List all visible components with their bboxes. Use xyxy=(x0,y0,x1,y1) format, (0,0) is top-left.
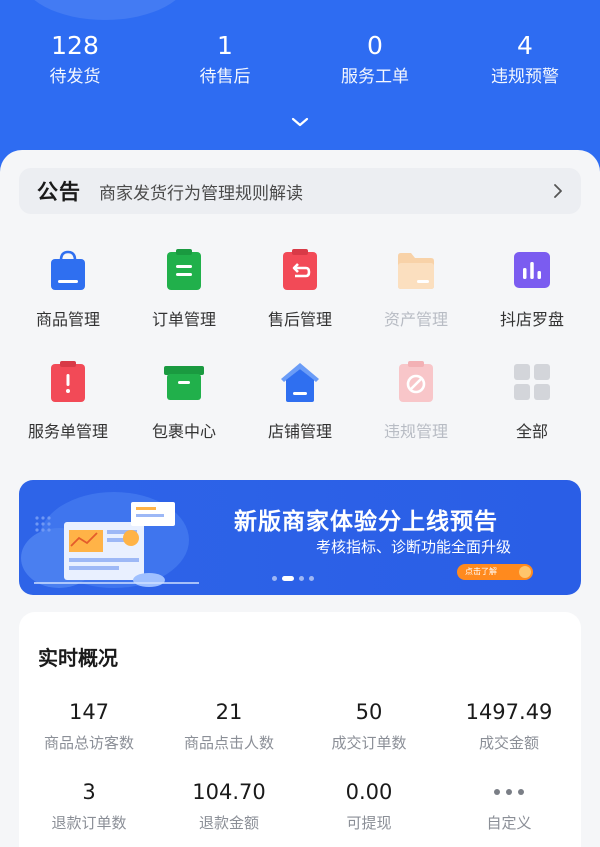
carousel-dot xyxy=(272,576,277,581)
metric-withdrawable[interactable]: 0.00 可提现 xyxy=(299,778,439,847)
menu-label: 资产管理 xyxy=(383,310,448,329)
menu-item-parcel-center[interactable]: 包裹中心 xyxy=(126,360,242,472)
metric-label: 可提现 xyxy=(346,814,392,832)
menu-label: 违规管理 xyxy=(383,422,448,441)
ban-icon xyxy=(399,361,433,402)
menu-item-shop[interactable]: 店铺管理 xyxy=(242,360,358,472)
stat-label: 待发货 xyxy=(49,67,101,87)
chevron-down-icon[interactable] xyxy=(290,114,310,130)
metric-label: 商品总访客数 xyxy=(43,734,134,752)
stat-service-tickets[interactable]: 0 服务工单 xyxy=(300,30,450,100)
banner-subtitle: 考核指标、诊断功能全面升级 xyxy=(316,538,512,556)
banner-learn-more-button[interactable]: 点击了解 xyxy=(457,564,533,580)
menu-item-violations[interactable]: 违规管理 xyxy=(358,360,474,472)
menu-label: 包裹中心 xyxy=(151,422,216,441)
box-icon xyxy=(164,366,204,400)
menu-label: 商品管理 xyxy=(35,310,100,329)
metric-value: 147 xyxy=(68,700,110,724)
metric-label: 退款订单数 xyxy=(51,814,127,832)
carousel-dot xyxy=(309,576,314,581)
menu-item-all[interactable]: 全部 xyxy=(474,360,590,472)
metric-clicks[interactable]: 21 商品点击人数 xyxy=(159,698,299,778)
folder-icon xyxy=(398,253,434,289)
metric-value: 0.00 xyxy=(345,780,393,804)
header-decoration xyxy=(20,0,190,20)
menu-label: 服务单管理 xyxy=(27,422,108,441)
metric-value: 21 xyxy=(215,700,243,724)
banner-illustration xyxy=(21,492,199,588)
metric-refund-amount[interactable]: 104.70 退款金额 xyxy=(159,778,299,847)
metric-orders[interactable]: 50 成交订单数 xyxy=(299,698,439,778)
clipboard-icon xyxy=(167,249,201,290)
metric-refund-orders[interactable]: 3 退款订单数 xyxy=(19,778,159,847)
carousel-indicator[interactable] xyxy=(272,576,314,581)
notice-bar[interactable]: 公告 商家发货行为管理规则解读 xyxy=(19,168,581,214)
menu-item-assets[interactable]: 资产管理 xyxy=(358,248,474,360)
metric-value: 50 xyxy=(355,700,383,724)
stat-label: 待售后 xyxy=(199,67,251,87)
metric-customize[interactable]: 自定义 xyxy=(439,778,579,847)
more-dots-icon xyxy=(439,778,579,806)
chart-icon xyxy=(514,252,550,288)
promo-banner[interactable]: 新版商家体验分上线预告 考核指标、诊断功能全面升级 点击了解 xyxy=(19,480,581,595)
metric-value: 3 xyxy=(82,780,96,804)
stat-label: 服务工单 xyxy=(341,67,409,87)
menu-item-service-orders[interactable]: 服务单管理 xyxy=(10,360,126,472)
grid-icon xyxy=(514,364,550,400)
banner-title: 新版商家体验分上线预告 xyxy=(234,509,498,535)
metric-value: 1497.49 xyxy=(465,700,553,724)
banner-button-label: 点击了解 xyxy=(465,567,497,576)
stat-value: 1 xyxy=(217,31,233,60)
stats-bar: 128 待发货 1 待售后 0 服务工单 4 违规预警 xyxy=(0,30,600,100)
menu-label: 订单管理 xyxy=(151,310,216,329)
return-icon xyxy=(283,249,317,290)
home-icon xyxy=(281,363,319,402)
menu-label: 售后管理 xyxy=(267,310,332,329)
menu-label: 抖店罗盘 xyxy=(499,310,564,329)
button-dot-icon xyxy=(519,566,531,578)
menu-item-compass[interactable]: 抖店罗盘 xyxy=(474,248,590,360)
menu-item-aftersale[interactable]: 售后管理 xyxy=(242,248,358,360)
stat-pending-shipment[interactable]: 128 待发货 xyxy=(0,30,150,100)
metric-label: 成交订单数 xyxy=(331,734,407,752)
metric-label: 退款金额 xyxy=(198,814,259,832)
metric-sales-amount[interactable]: 1497.49 成交金额 xyxy=(439,698,579,778)
metric-label: 成交金额 xyxy=(478,734,539,752)
alert-icon xyxy=(51,361,85,402)
metric-visitors[interactable]: 147 商品总访客数 xyxy=(19,698,159,778)
function-grid: 商品管理 订单管理 售后管理 资产管理 抖店罗盘 服务单管理 包裹中心 店铺管理… xyxy=(10,248,590,472)
menu-label: 全部 xyxy=(515,422,548,441)
stat-value: 0 xyxy=(367,31,383,60)
overview-card: 实时概况 147 商品总访客数 21 商品点击人数 50 成交订单数 1497.… xyxy=(19,612,581,847)
menu-item-order[interactable]: 订单管理 xyxy=(126,248,242,360)
metric-label: 商品点击人数 xyxy=(183,734,274,752)
notice-tag: 公告 xyxy=(37,180,81,204)
menu-label: 店铺管理 xyxy=(267,422,332,441)
carousel-dot xyxy=(299,576,304,581)
stat-value: 128 xyxy=(51,31,99,60)
notice-text: 商家发货行为管理规则解读 xyxy=(99,183,303,204)
metric-label: 自定义 xyxy=(486,814,532,832)
menu-item-product[interactable]: 商品管理 xyxy=(10,248,126,360)
metrics-grid: 147 商品总访客数 21 商品点击人数 50 成交订单数 1497.49 成交… xyxy=(19,698,581,847)
stat-label: 违规预警 xyxy=(491,67,559,87)
overview-title: 实时概况 xyxy=(38,646,118,670)
stat-value: 4 xyxy=(517,31,533,60)
chevron-right-icon xyxy=(554,184,562,198)
metric-value: 104.70 xyxy=(192,780,266,804)
bag-icon xyxy=(51,250,85,290)
carousel-dot-active xyxy=(282,576,294,581)
stat-pending-aftersale[interactable]: 1 待售后 xyxy=(150,30,300,100)
stat-violation-warning[interactable]: 4 违规预警 xyxy=(450,30,600,100)
